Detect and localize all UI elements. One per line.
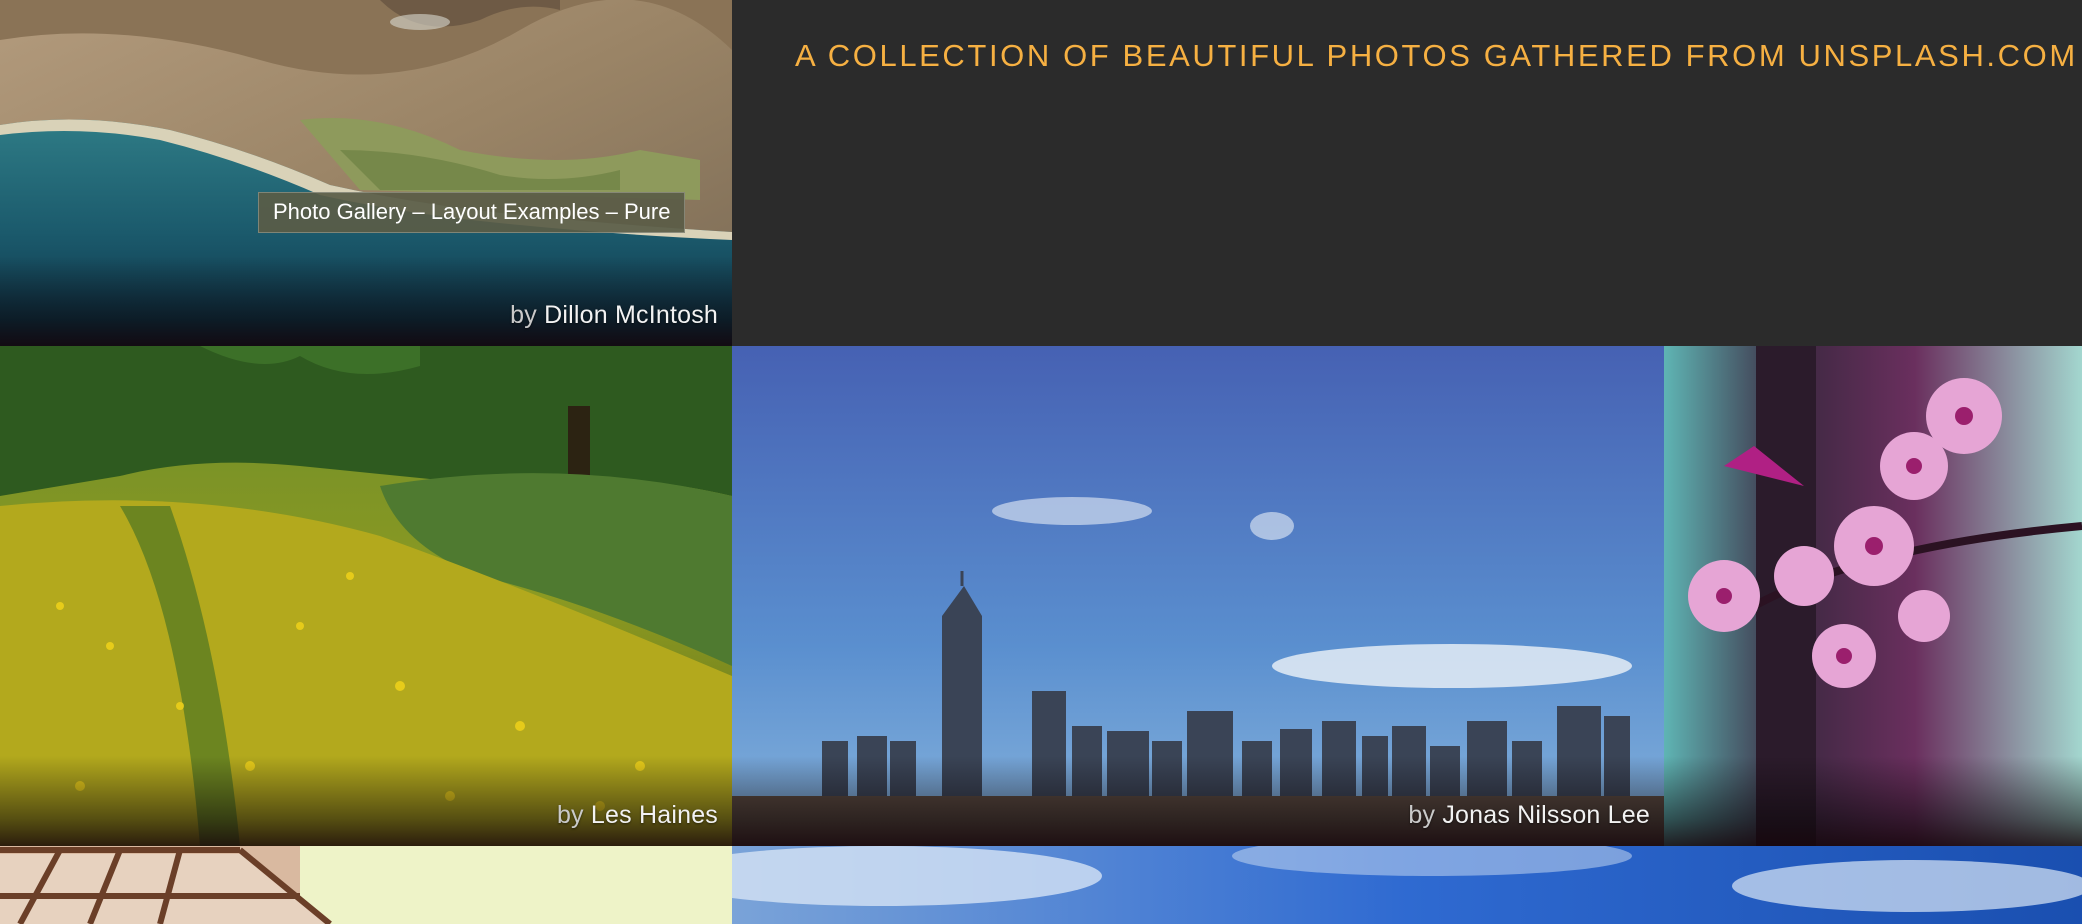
caption-gradient (1664, 756, 2082, 846)
photo-credit: by Dillon McIntosh (510, 301, 718, 330)
photo-tile-blossom[interactable] (1664, 346, 2082, 846)
intro-heading: A COLLECTION OF BEAUTIFUL PHOTOS GATHERE… (795, 38, 2078, 73)
architecture-photo (0, 846, 732, 924)
credit-by-label: by (1408, 801, 1436, 829)
photo-credit: by Les Haines (557, 801, 718, 830)
photo-tile-coast[interactable]: Photo Gallery – Layout Examples – Pure b… (0, 0, 732, 346)
photo-tile-skyline[interactable]: by Jonas Nilsson Lee (732, 346, 1664, 846)
page-tooltip: Photo Gallery – Layout Examples – Pure (258, 192, 686, 233)
photo-credit: by Jonas Nilsson Lee (1408, 801, 1650, 830)
credit-by-label: by (510, 301, 537, 329)
sky-photo (732, 846, 2082, 924)
photo-tile-sky[interactable] (732, 846, 2082, 924)
credit-author[interactable]: Jonas Nilsson Lee (1442, 801, 1650, 829)
photo-tile-architecture[interactable] (0, 846, 732, 924)
credit-author[interactable]: Les Haines (591, 801, 718, 829)
credit-by-label: by (556, 801, 584, 829)
credit-author[interactable]: Dillon McIntosh (544, 301, 718, 329)
intro-panel: A COLLECTION OF BEAUTIFUL PHOTOS GATHERE… (732, 0, 2082, 346)
photo-tile-meadow[interactable]: by Les Haines (0, 346, 732, 846)
